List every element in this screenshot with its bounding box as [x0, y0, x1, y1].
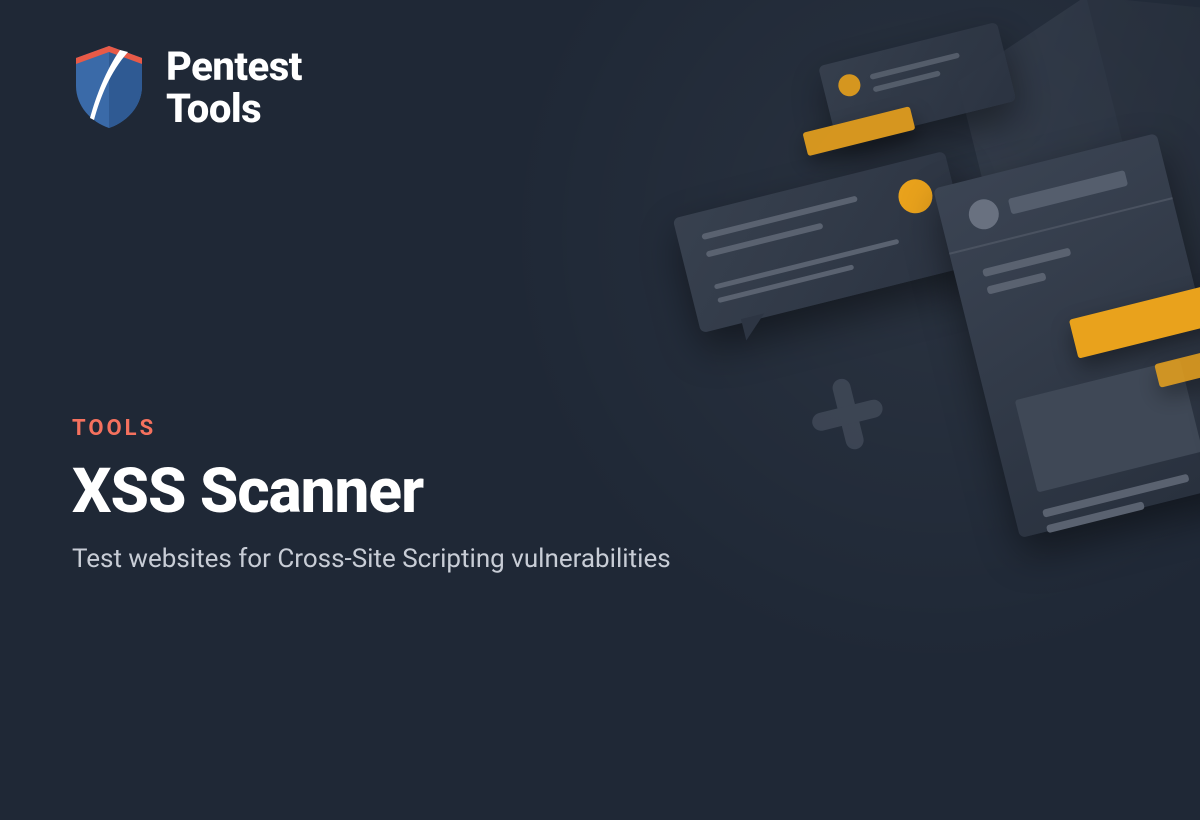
brand-line-2: Tools	[166, 88, 302, 130]
page-subtitle: Test websites for Cross-Site Scripting v…	[72, 544, 671, 574]
hero-illustration	[494, 0, 1200, 780]
illustration-card-browser	[933, 133, 1200, 538]
avatar-icon	[966, 196, 1002, 232]
dot-icon	[836, 72, 863, 99]
illustration-card-chat	[673, 151, 973, 333]
plus-icon	[804, 371, 891, 458]
hero-text: TOOLS XSS Scanner Test websites for Cros…	[72, 416, 671, 574]
text-line-icon	[982, 248, 1071, 278]
text-line-icon	[986, 272, 1046, 294]
shield-logo-icon	[70, 40, 148, 136]
brand-line-1: Pentest	[166, 46, 302, 88]
page-title: XSS Scanner	[72, 455, 671, 528]
address-bar-icon	[1008, 170, 1128, 215]
speech-tail-icon	[741, 313, 770, 340]
tag-icon	[1069, 276, 1200, 358]
brand-name: Pentest Tools	[166, 46, 302, 130]
dot-icon	[895, 176, 936, 217]
brand-logo: Pentest Tools	[70, 40, 302, 136]
tag-icon	[802, 106, 915, 156]
